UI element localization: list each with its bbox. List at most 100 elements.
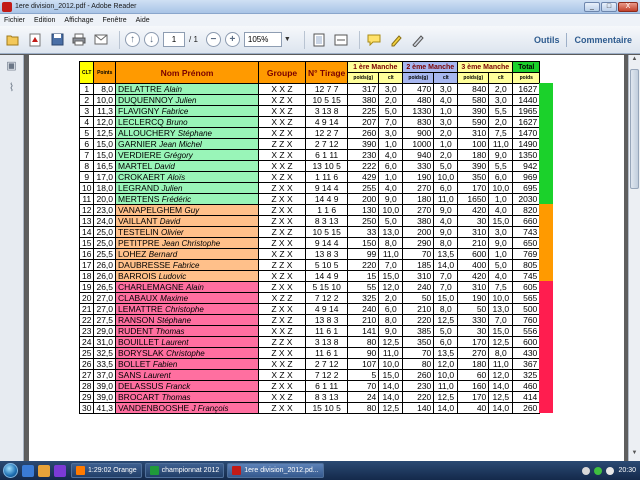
group-cell: Z Z X (258, 336, 307, 348)
fit-page-icon[interactable] (310, 31, 328, 49)
points-cell: 27,5 (93, 314, 117, 326)
total-cell: 942 (512, 160, 541, 172)
last-name: GARNIER (118, 139, 157, 149)
page-thumbnails-icon[interactable]: ▣ (5, 59, 19, 73)
tirage-cell: 10 5 15 (305, 94, 349, 106)
last-name: CLABAUX (118, 293, 158, 303)
tools-link[interactable]: Outils (534, 35, 560, 45)
email-icon[interactable] (92, 31, 110, 49)
first-name: Laurent (161, 338, 189, 347)
name-cell: LECLERCQ Bruno (115, 116, 260, 128)
total-cell: 325 (512, 369, 541, 381)
sign-icon[interactable] (409, 31, 427, 49)
table-row: 4 12,0 LECLERCQ Bruno X X Z4 9 14 207 7,0 830 3… (78, 116, 541, 128)
navigation-pane: ▣ ⌇ (0, 55, 24, 461)
points-cell: 23,0 (93, 204, 117, 216)
menu-fenetre[interactable]: Fenêtre (102, 17, 126, 24)
adobe-app-icon (232, 466, 242, 475)
manche3-poids-cell: 330 (457, 314, 490, 326)
zoom-out-icon[interactable]: − (205, 32, 221, 47)
comment-link[interactable]: Commentaire (574, 35, 632, 45)
manche1-poids-cell: 225 (347, 105, 380, 117)
taskbar-item-championnat[interactable]: championnat 2012 (144, 463, 225, 478)
tray-volume-icon[interactable] (606, 466, 615, 475)
create-pdf-icon[interactable] (26, 31, 44, 49)
table-row: 20 27,0 CLABAUX Maxime X Z Z7 12 2 325 2,0 50 1… (78, 292, 541, 304)
name-cell: FLAVIGNY Fabrice (115, 105, 260, 117)
tray-status-icon[interactable] (594, 466, 603, 475)
last-name: MERTENS (118, 194, 160, 204)
manche1-clt-cell: 5,0 (378, 215, 404, 227)
menu-edition[interactable]: Edition (34, 17, 55, 24)
vertical-scrollbar[interactable]: ▲ ▼ (628, 55, 640, 461)
group-cell: Z X X (258, 303, 307, 315)
rank-cell: 14 (78, 226, 95, 238)
menu-fichier[interactable]: Fichier (4, 17, 25, 24)
rank-cell: 20 (78, 292, 95, 304)
manche1-clt-cell: 7,0 (378, 259, 404, 271)
manche3-poids-cell: 580 (457, 94, 490, 106)
zoom-in-icon[interactable]: + (224, 32, 240, 47)
manche2-clt-cell: 10,0 (433, 171, 459, 183)
manche3-poids-cell: 180 (457, 149, 490, 161)
tirage-cell: 9 14 4 (305, 237, 349, 249)
orange-app-icon (76, 466, 85, 475)
menu-aide[interactable]: Aide (136, 17, 150, 24)
menu-affichage[interactable]: Affichage (64, 17, 93, 24)
rank-cell: 2 (78, 94, 95, 106)
manche3-clt-cell: 4,0 (488, 270, 514, 282)
name-cell: RANSON Stéphane (115, 314, 260, 326)
rank-cell: 8 (78, 160, 95, 172)
tirage-cell: 15 10 5 (305, 402, 349, 414)
manche1-poids-cell: 150 (347, 237, 380, 249)
maximize-button[interactable]: □ (601, 1, 617, 12)
last-name: MARTEL (118, 161, 153, 171)
zoom-level-input[interactable]: 105% (243, 32, 282, 47)
manche2-poids-cell: 180 (402, 193, 435, 205)
media-quicklaunch-icon[interactable] (54, 464, 66, 477)
start-button[interactable] (0, 461, 20, 480)
total-cell: 820 (512, 204, 541, 216)
points-cell: 39,0 (93, 391, 117, 403)
fit-width-icon[interactable] (332, 31, 350, 49)
print-icon[interactable] (70, 31, 88, 49)
scroll-up-icon[interactable]: ▲ (630, 56, 639, 66)
close-button[interactable]: X (618, 1, 638, 12)
comment-note-icon[interactable] (365, 31, 383, 49)
total-cell: 460 (512, 380, 541, 392)
taskbar-item-orange[interactable]: 1:29:02 Orange (71, 463, 142, 478)
minimize-button[interactable]: _ (584, 1, 600, 12)
manche3-poids-cell: 310 (457, 226, 490, 238)
page-number-input[interactable]: 1 (163, 32, 185, 47)
manche1-clt-cell: 11,0 (378, 347, 404, 359)
manche2-poids-cell: 1330 (402, 105, 435, 117)
tray-network-icon[interactable] (582, 466, 591, 475)
ie-quicklaunch-icon[interactable] (22, 464, 34, 477)
rank-cell: 22 (78, 314, 95, 326)
group-cell: Z X X (258, 204, 307, 216)
next-page-icon[interactable]: ↓ (144, 32, 159, 47)
manche2-poids-cell: 70 (402, 248, 435, 260)
manche2-poids-cell: 260 (402, 369, 435, 381)
first-name: Alain (164, 85, 182, 94)
manche2-poids-cell: 480 (402, 94, 435, 106)
attachments-paperclip-icon[interactable]: ⌇ (5, 81, 19, 95)
previous-page-icon[interactable]: ↑ (125, 32, 140, 47)
scrollbar-thumb[interactable] (630, 69, 639, 189)
zoom-dropdown-icon[interactable]: ▼ (284, 36, 291, 43)
group-cell: X Z Z (258, 292, 307, 304)
table-row: 27 37,0 SANS Laurent X Z X7 12 2 5 15,0 260 10,… (78, 369, 541, 381)
taskbar-item-pdf[interactable]: 1ere division_2012.pd... (227, 463, 324, 478)
scroll-down-icon[interactable]: ▼ (630, 450, 639, 460)
open-file-icon[interactable] (4, 31, 22, 49)
first-name: Christophe (165, 305, 204, 314)
name-cell: LEGRAND Julien (115, 182, 260, 194)
manche2-poids-cell: 190 (402, 171, 435, 183)
folder-quicklaunch-icon[interactable] (38, 464, 50, 477)
group-cell: Z X X (258, 215, 307, 227)
name-cell: VAILLANT David (115, 215, 260, 227)
name-cell: BOUILLET Laurent (115, 336, 260, 348)
save-icon[interactable] (48, 31, 66, 49)
header-name: Nom Prénom (115, 61, 260, 84)
highlight-pen-icon[interactable] (387, 31, 405, 49)
